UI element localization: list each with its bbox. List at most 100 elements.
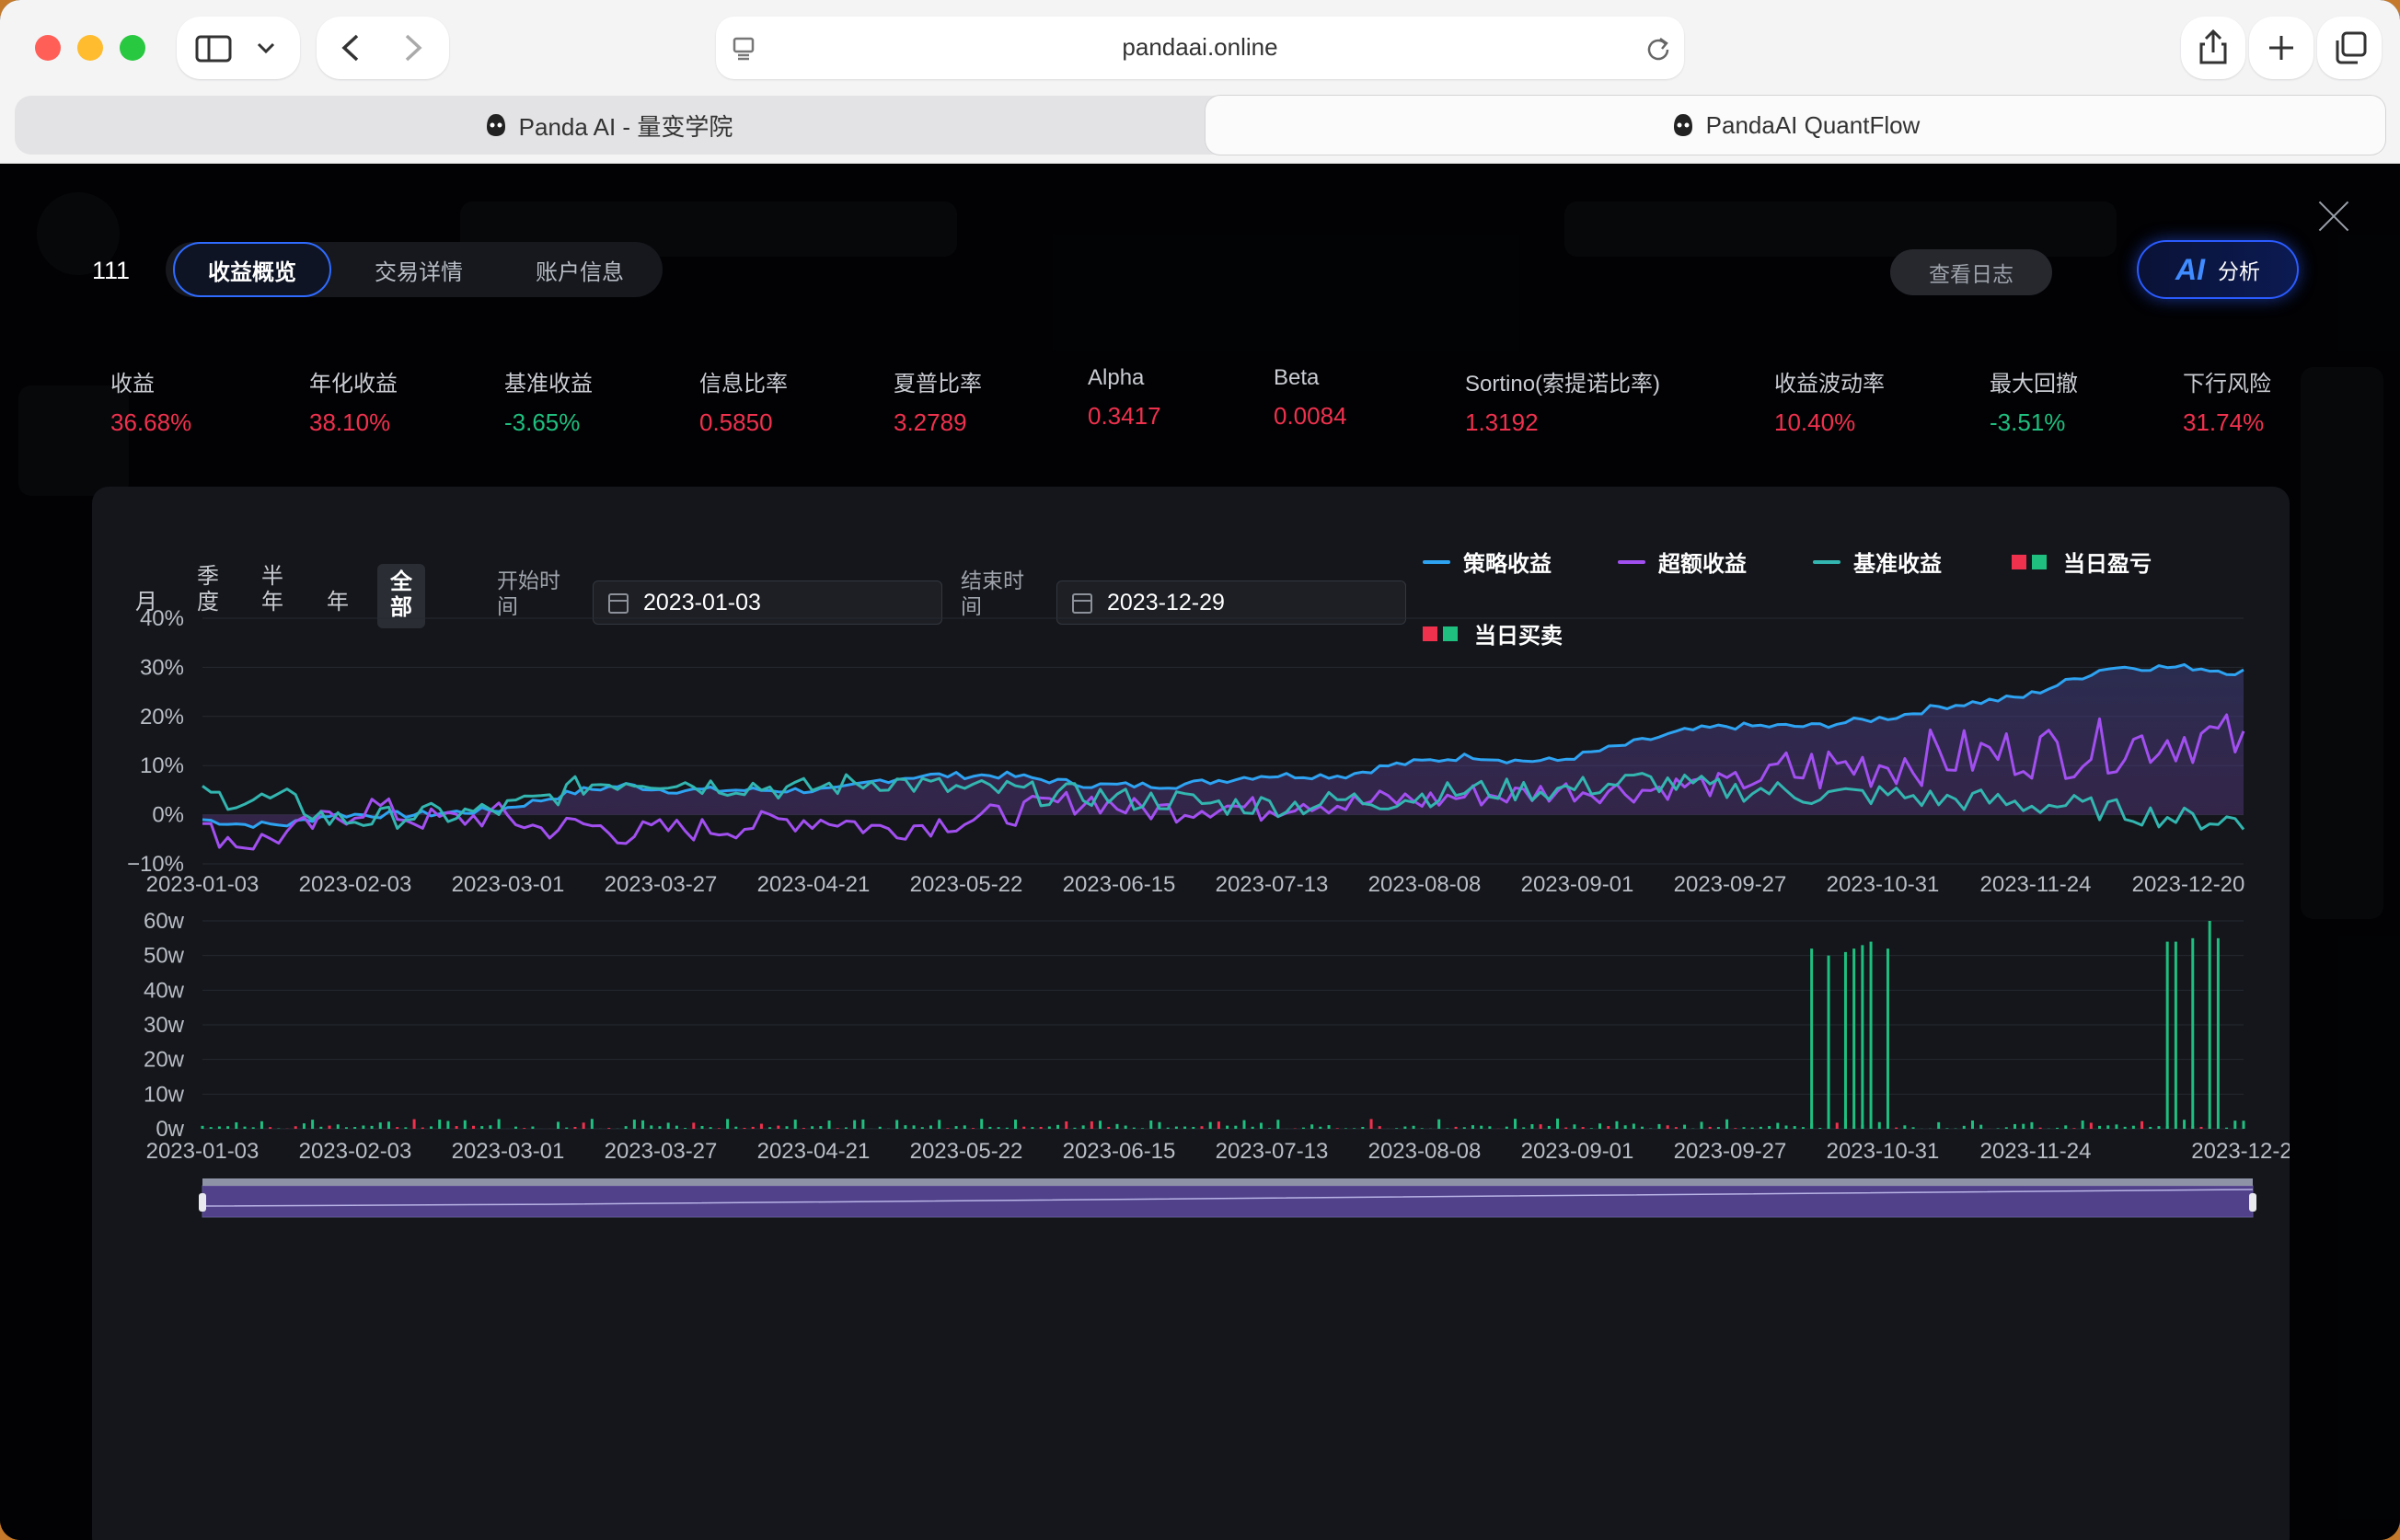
volume-bar	[1750, 1127, 1754, 1129]
plus-icon	[2269, 36, 2293, 60]
volume-bar	[1607, 1126, 1610, 1129]
volume-bar	[1259, 1122, 1263, 1129]
volume-bar	[201, 1125, 204, 1129]
tab-panda-ai[interactable]: Panda AI - 量变学院	[15, 96, 1202, 155]
close-window-button[interactable]	[35, 35, 61, 61]
volume-bar	[396, 1127, 399, 1129]
volume-spike-bar	[1886, 948, 1889, 1129]
volume-bar	[336, 1124, 340, 1129]
x-tick-label: 2023-11-24	[1980, 872, 2092, 897]
x-tick-label: 2023-03-01	[452, 1139, 565, 1164]
back-arrow-icon[interactable]	[339, 33, 363, 63]
volume-bar	[1369, 1119, 1373, 1129]
tab-overview[interactable]: 收益概览	[173, 242, 331, 297]
volume-bar	[785, 1126, 789, 1129]
zoom-handle-left	[199, 1193, 206, 1212]
volume-bar	[946, 1128, 950, 1129]
volume-bar	[1099, 1121, 1102, 1129]
volume-bar	[1090, 1121, 1093, 1129]
volume-bar	[2056, 1127, 2060, 1129]
zoom-window-button[interactable]	[120, 35, 145, 61]
view-log-button[interactable]: 查看日志	[1890, 249, 2052, 295]
x-tick-label: 2023-01-03	[146, 872, 260, 897]
volume-bar	[2106, 1125, 2110, 1129]
volume-bar	[1818, 1127, 1822, 1129]
volume-bar	[1505, 1126, 1508, 1129]
volume-bar	[1115, 1123, 1119, 1129]
volume-bar	[1268, 1128, 1272, 1129]
new-tab-button[interactable]	[2249, 17, 2313, 79]
volume-bar	[1632, 1123, 1635, 1129]
tab-account-info[interactable]: 账户信息	[502, 242, 658, 297]
volume-bar	[1166, 1127, 1170, 1129]
volume-bar	[260, 1121, 263, 1129]
volume-bar	[1141, 1128, 1145, 1129]
volume-bar	[429, 1126, 433, 1129]
url-text: pandaai.online	[1122, 33, 1278, 61]
tab-label: PandaAI QuantFlow	[1705, 110, 1921, 139]
volume-bar	[1776, 1122, 1780, 1129]
volume-bar	[1708, 1126, 1712, 1129]
share-button[interactable]	[2181, 17, 2245, 79]
volume-bar	[1716, 1127, 1720, 1129]
volume-bar	[217, 1126, 221, 1129]
close-icon[interactable]	[2317, 200, 2350, 233]
ai-badge: AI	[2175, 252, 2205, 286]
chevron-down-icon[interactable]	[256, 40, 276, 57]
x-tick-label: 2023-11-24	[1980, 1139, 2092, 1164]
panda-logo-icon	[1673, 114, 1692, 136]
volume-bar	[319, 1126, 323, 1129]
volume-bar	[1344, 1128, 1347, 1129]
volume-bar	[1047, 1126, 1051, 1129]
volume-bar	[632, 1120, 636, 1129]
x-tick-label: 2023-02-03	[299, 872, 412, 897]
volume-bar	[2242, 1121, 2245, 1129]
x-tick-label: 2023-03-27	[605, 1139, 718, 1164]
volume-bar	[666, 1122, 670, 1129]
volume-bar	[1183, 1126, 1187, 1129]
volume-bar	[997, 1127, 1000, 1129]
volume-bar	[1014, 1120, 1018, 1129]
volume-bar	[717, 1128, 721, 1129]
x-tick-label: 2023-10-31	[1827, 1139, 1940, 1164]
metric-sortino: Sortino(索提诺比率) 1.3192	[1465, 365, 1660, 437]
volume-bar	[370, 1125, 374, 1129]
ai-analysis-button[interactable]: AI 分析	[2137, 240, 2299, 299]
tab-trade-details[interactable]: 交易详情	[340, 242, 497, 297]
x-tick-label: 2023-12-20	[2132, 872, 2245, 897]
volume-bar	[1226, 1125, 1229, 1129]
minimize-window-button[interactable]	[77, 35, 103, 61]
metric-value: 10.40%	[1774, 408, 1856, 436]
volume-bar	[2233, 1121, 2237, 1129]
volume-bar	[1962, 1125, 1966, 1129]
volume-bar	[557, 1121, 560, 1129]
volume-bar	[1700, 1121, 1703, 1129]
volume-bar	[1353, 1128, 1356, 1129]
volume-bar	[1403, 1126, 1407, 1129]
metric-benchmark-return: 基准收益 -3.65%	[504, 365, 593, 437]
returns-chart[interactable]: 40%30%20%10%0%−10%2023-01-03 2023-02-03 20…	[92, 487, 2290, 1540]
volume-bar	[1547, 1125, 1551, 1129]
volume-bar	[1412, 1125, 1415, 1129]
sidebar-icon[interactable]	[195, 35, 234, 63]
volume-bar	[1725, 1119, 1729, 1129]
volume-bar	[565, 1127, 569, 1129]
volume-bar	[878, 1126, 882, 1129]
volume-bar	[1446, 1128, 1449, 1129]
address-bar[interactable]: pandaai.online	[716, 17, 1684, 79]
reload-icon[interactable]	[1645, 35, 1671, 61]
volume-bar	[658, 1126, 662, 1129]
nav-buttons	[317, 17, 449, 79]
x-tick-label: 2023-03-27	[605, 872, 718, 897]
volume-bar	[226, 1126, 230, 1129]
tab-pandaai-quantflow[interactable]: PandaAI QuantFlow	[1206, 96, 2385, 155]
volume-spike-bar	[2165, 941, 2169, 1129]
tab-overview-button[interactable]	[2317, 17, 2382, 79]
volume-bar	[650, 1125, 653, 1129]
volume-bar	[1073, 1127, 1077, 1129]
volume-spike-bar	[1810, 948, 1814, 1129]
volume-bar	[980, 1119, 984, 1129]
forward-arrow-icon[interactable]	[401, 33, 425, 63]
volume-bar	[446, 1121, 450, 1129]
zoom-handle-right	[2249, 1193, 2256, 1212]
